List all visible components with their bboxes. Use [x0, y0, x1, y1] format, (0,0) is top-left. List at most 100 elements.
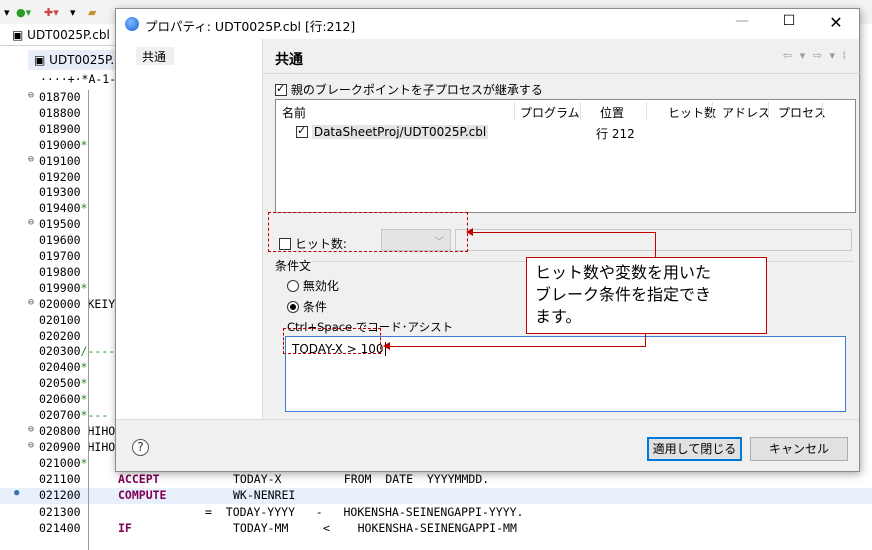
- line-sequence: 018900: [39, 122, 81, 136]
- line-sequence: 019900*: [39, 281, 87, 295]
- debug-icon[interactable]: ✚▾: [44, 6, 59, 19]
- row-name: DataSheetProj/UDT0025P.cbl: [311, 125, 489, 139]
- code-text: TODAY-X FROM DATE YYYYMMDD.: [233, 471, 490, 486]
- code-line: ● 021200 COMPUTE WK-NENREI: [0, 488, 872, 505]
- sequence-number: 018800: [39, 105, 81, 120]
- condition-legend: 条件文: [273, 257, 314, 274]
- folder-icon[interactable]: ▰: [88, 6, 96, 19]
- sequence-number: 019900: [39, 280, 81, 295]
- code-text: HIHO: [80, 439, 116, 454]
- maximize-button[interactable]: ☐: [775, 13, 803, 35]
- indicator-area: *: [80, 376, 88, 391]
- column-header-process[interactable]: プロセス: [778, 104, 826, 121]
- indicator-area: *: [80, 280, 88, 295]
- line-sequence: 019100: [39, 154, 81, 168]
- radio-disable-row[interactable]: 無効化: [287, 277, 339, 294]
- sequence-number: 019600: [39, 233, 81, 248]
- line-sequence: 019700: [39, 249, 81, 263]
- cobol-keyword: IF: [118, 521, 132, 536]
- category-common[interactable]: 共通: [136, 47, 174, 65]
- arrow-head-2: [383, 342, 390, 350]
- annotation-callout: ヒット数や変数を用いた ブレーク条件を指定でき ます。: [526, 257, 767, 334]
- editor-sub-tab[interactable]: ▣ UDT0025P.cb: [28, 50, 120, 70]
- line-sequence: 020600*: [39, 392, 87, 406]
- inherit-checkbox-row[interactable]: 親のブレークポイントを子プロセスが継承する: [275, 81, 543, 98]
- column-header-hitcount[interactable]: ヒット数: [668, 104, 716, 121]
- indicator-area: *: [80, 137, 88, 152]
- fold-toggle-icon[interactable]: ⊖: [28, 424, 34, 435]
- fold-toggle-icon[interactable]: ⊖: [28, 154, 34, 165]
- indicator-area: *: [80, 201, 88, 216]
- sequence-number: 020500: [39, 376, 81, 391]
- fold-toggle-icon[interactable]: ⊖: [28, 440, 34, 451]
- line-sequence: 019000*: [39, 138, 87, 152]
- line-sequence: 020000 KEIY: [39, 297, 115, 311]
- radio-condition-label: 条件: [302, 300, 327, 314]
- header-divider: [263, 73, 860, 74]
- sequence-number: 020300: [39, 344, 81, 359]
- cobol-keyword: COMPUTE: [118, 488, 167, 503]
- line-sequence: 018700: [39, 90, 81, 104]
- code-line: 021300 = TODAY-YYYY - HOKENSHA-SEINENGAPP…: [0, 505, 872, 521]
- editor-tab[interactable]: ▣ UDT0025P.cbl ×: [0, 24, 120, 46]
- line-sequence: 019800: [39, 265, 81, 279]
- code-margin-line: [88, 90, 89, 550]
- indicator-area: *: [80, 455, 88, 470]
- arrow-line-1v: [655, 232, 656, 257]
- run-icon[interactable]: ●▾: [16, 6, 31, 19]
- radio-condition-row[interactable]: 条件: [287, 298, 327, 315]
- file-icon: ▣: [34, 53, 50, 67]
- sequence-number: 020900: [39, 439, 81, 454]
- column-separator: [514, 102, 515, 120]
- close-button[interactable]: ✕: [822, 13, 850, 35]
- sequence-number: 020700: [39, 408, 81, 422]
- condition-highlight-box: [283, 328, 381, 354]
- inherit-checkbox[interactable]: [275, 82, 287, 96]
- dialog-title: プロパティ: UDT0025P.cbl [行:212]: [145, 19, 356, 34]
- table-row[interactable]: DataSheetProj/UDT0025P.cbl: [296, 124, 489, 139]
- column-separator: [712, 102, 713, 120]
- fold-toggle-icon[interactable]: ⊖: [28, 297, 34, 308]
- breakpoint-table: 名前 プログラム 位置 ヒット数 アドレス プロセス DataSheetProj…: [275, 99, 856, 213]
- sequence-number: 020200: [39, 328, 81, 343]
- column-header-position[interactable]: 位置: [600, 104, 624, 121]
- cobol-keyword: ACCEPT: [118, 471, 160, 486]
- column-header-address[interactable]: アドレス: [722, 104, 770, 121]
- code-line: 021100 ACCEPT TODAY-X FROM DATE YYYYMMDD.: [0, 472, 872, 488]
- code-text: TODAY-MM < HOKENSHA-SEINENGAPPI-MM: [233, 521, 517, 536]
- help-icon[interactable]: ?: [132, 439, 149, 456]
- code-line: 021400 IF TODAY-MM < HOKENSHA-SEINENGAPPI-…: [0, 521, 872, 537]
- fold-toggle-icon[interactable]: ⊖: [28, 217, 34, 228]
- row-checkbox[interactable]: [296, 124, 308, 138]
- line-sequence: 018800: [39, 106, 81, 120]
- column-separator: [822, 102, 823, 120]
- sequence-number: 021200: [39, 488, 81, 503]
- sequence-number: 018900: [39, 121, 81, 136]
- fold-toggle-icon[interactable]: ⊖: [28, 90, 34, 101]
- radio-disable-label: 無効化: [302, 279, 339, 293]
- radio-condition[interactable]: [287, 301, 299, 313]
- column-header-name[interactable]: 名前: [282, 104, 306, 121]
- cancel-button[interactable]: キャンセル: [750, 437, 848, 461]
- line-sequence: 020900 HIHO: [39, 440, 115, 454]
- apply-close-button[interactable]: 適用して閉じる: [647, 437, 742, 461]
- page-title: 共通: [275, 52, 303, 68]
- navigation-arrows-icon[interactable]: ⇦ ▾ ⇨ ▾ ⁞: [783, 49, 848, 62]
- file-icon: ▣: [12, 28, 28, 42]
- line-sequence: 019200: [39, 170, 81, 184]
- dialog-footer: ? 適用して閉じる キャンセル: [116, 419, 859, 471]
- breakpoint-icon[interactable]: ●: [14, 488, 19, 498]
- dialog-titlebar[interactable]: プロパティ: UDT0025P.cbl [行:212] — ☐ ✕: [116, 9, 859, 39]
- line-sequence: 019400*: [39, 201, 87, 215]
- line-sequence: 020100: [39, 313, 81, 327]
- inherit-label: 親のブレークポイントを子プロセスが継承する: [290, 83, 543, 97]
- sequence-number: 020600: [39, 392, 81, 407]
- toolbar-more-icon[interactable]: ▾: [70, 6, 76, 19]
- column-header-program[interactable]: プログラム: [520, 104, 580, 121]
- radio-disable[interactable]: [287, 280, 299, 292]
- minimize-button[interactable]: —: [728, 13, 756, 35]
- toolbar-menu-icon[interactable]: ▾: [4, 6, 10, 19]
- eclipse-icon: [125, 17, 139, 31]
- line-sequence: 021000*: [39, 456, 87, 470]
- indicator-area: *: [80, 392, 88, 407]
